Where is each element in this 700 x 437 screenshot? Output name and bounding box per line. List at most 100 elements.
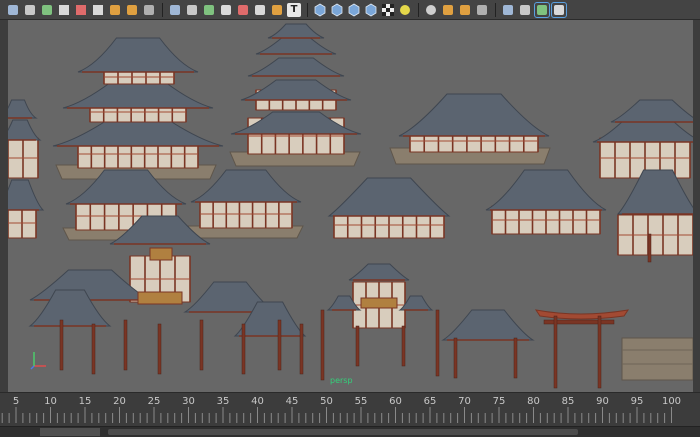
pillar-mesh [355,325,360,367]
isolate-icon[interactable] [501,3,515,17]
time-tick-label: 90 [596,396,609,407]
smooth-shade-icon[interactable] [330,3,344,17]
select-icon[interactable] [6,3,20,17]
magnet-snap-icon[interactable] [57,3,71,17]
time-ruler[interactable]: 5 10 15 20 25 30 35 40 45 50 55 60 65 70 75 80 85 90 95 100 [0,393,700,423]
gate-plaque [137,291,183,305]
safe-action-icon[interactable] [270,3,284,17]
time-tick-label: 70 [458,396,471,407]
roof-mesh [610,99,693,123]
time-tick-label: 50 [320,396,333,407]
viewport-left-border [0,20,8,392]
pillar-mesh [647,233,652,263]
time-tick-label: 60 [389,396,402,407]
pillar-mesh [299,323,304,375]
pillar-mesh [241,323,246,375]
pillar-mesh [123,319,128,371]
time-tick-label: 25 [147,396,161,407]
pillar-mesh [453,337,458,379]
roof-mesh [348,263,410,281]
checker-icon[interactable] [381,3,395,17]
pillar-mesh [513,337,518,379]
pillar-mesh [157,323,162,375]
ipr-icon[interactable] [125,3,139,17]
pillar-mesh [199,319,204,371]
pillar-mesh [435,309,440,377]
toolbar-separator [418,2,419,17]
roof-mesh [267,23,325,39]
grid-icon[interactable] [219,3,233,17]
xray-icon[interactable] [518,3,532,17]
stone-wall [621,337,693,381]
time-tick-label: 40 [251,396,264,407]
light-icon[interactable] [398,3,412,17]
pillar-mesh [401,325,406,367]
roof-mesh [485,169,607,211]
time-tick-label: 5 [12,396,20,407]
pillar-mesh [597,315,602,389]
roof-mesh [77,37,199,73]
time-tick-label: 75 [492,396,506,407]
time-tick-label: 35 [216,396,230,407]
frame-selection-icon[interactable] [551,1,567,18]
film-gate-icon[interactable] [236,3,250,17]
gate-plaque [149,247,173,261]
toolbar-separator [307,2,308,17]
roof-mesh [8,99,38,119]
range-slider[interactable] [108,429,578,435]
image-plane-icon[interactable] [185,3,199,17]
point-snap-icon[interactable] [91,3,105,17]
pillar-mesh [91,323,96,375]
status-line-toolbar: T [0,0,700,20]
roof-mesh [327,177,451,217]
motion-blur-icon[interactable] [458,3,472,17]
roof-mesh [247,57,345,77]
pillar-mesh [59,319,64,371]
time-slider[interactable]: 5 10 15 20 25 30 35 40 45 50 55 60 65 70 75 80 85 90 95 100 [0,392,700,427]
xray-joints-icon[interactable] [534,1,550,18]
camera-attr-icon[interactable] [168,3,182,17]
ambient-occlusion-icon[interactable] [441,3,455,17]
time-tick-label: 80 [527,396,540,407]
scene-render [8,23,693,389]
time-tick-label: 95 [630,396,644,407]
viewport-right-border [693,20,700,392]
time-tick-label: 20 [113,396,126,407]
range-start-field[interactable] [40,428,100,436]
gate-plaque [360,297,398,309]
shadows-icon[interactable] [424,3,438,17]
time-tick-label: 10 [44,396,57,407]
bookmark-icon[interactable] [202,3,216,17]
toolbar-separator [162,2,163,17]
roof-mesh [441,309,535,341]
time-tick-label: 85 [561,396,575,407]
lasso-icon[interactable] [23,3,37,17]
resolution-gate-icon[interactable] [253,3,267,17]
torii-beam [534,309,630,320]
camera-name-label: persp [330,376,353,385]
roof-mesh [62,81,214,109]
time-tick-label: 30 [182,396,195,407]
pillar-mesh [553,315,558,389]
roof-mesh [52,119,224,147]
roof-mesh [8,179,45,211]
pillar-mesh [277,319,282,371]
time-tick-label: 15 [78,396,92,407]
pillar-mesh [320,309,325,381]
render-settings-icon[interactable] [142,3,156,17]
toolbar-separator [495,2,496,17]
wireframe-on-shaded-icon[interactable] [347,3,361,17]
range-slider-bar [0,426,700,437]
wireframe-icon[interactable] [313,3,327,17]
textured-icon[interactable] [364,3,378,17]
render-icon[interactable] [108,3,122,17]
curve-snap-icon[interactable] [74,3,88,17]
text-icon[interactable]: T [287,2,301,17]
time-tick-label: 45 [285,396,299,407]
time-tick-label: 65 [423,396,437,407]
roof-mesh [398,93,550,137]
anti-alias-icon[interactable] [475,3,489,17]
perspective-viewport[interactable]: persp [8,20,693,392]
view-axis-gizmo [30,348,50,374]
paint-select-icon[interactable] [40,3,54,17]
